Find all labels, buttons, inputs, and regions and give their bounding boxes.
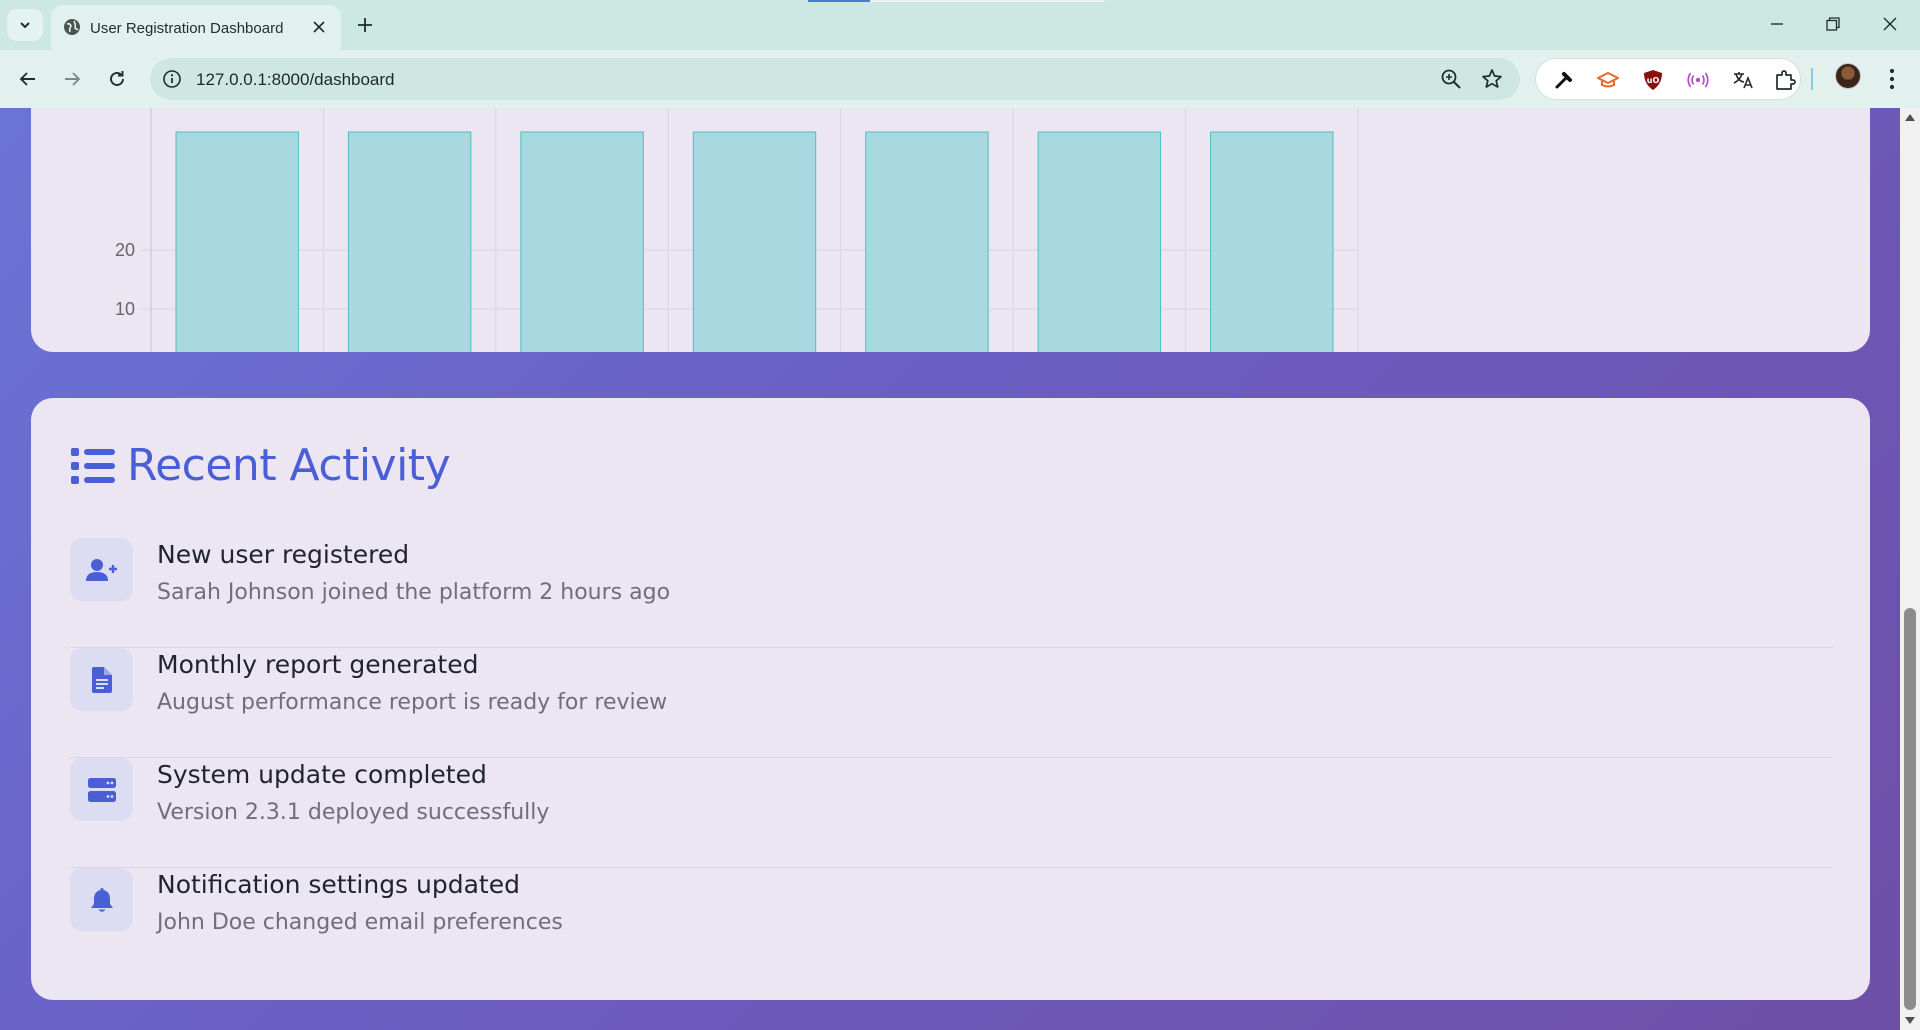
- translate-icon: [1733, 72, 1753, 89]
- more-vert-icon: [1889, 68, 1895, 90]
- scroll-up-arrow-icon[interactable]: [1905, 114, 1915, 121]
- activity-icon-box: [70, 868, 133, 931]
- restore-button[interactable]: [1813, 8, 1853, 40]
- page-viewport: 01020JanuaryFebruaryMarchAprilMayJuneJul…: [0, 108, 1900, 1030]
- activity-title: System update completed: [157, 760, 487, 789]
- reload-button[interactable]: [102, 64, 132, 94]
- scholar-extension[interactable]: [1597, 69, 1619, 91]
- reload-icon: [110, 71, 124, 86]
- bookmark-star-icon[interactable]: [1481, 68, 1503, 90]
- close-window-button[interactable]: [1870, 8, 1910, 40]
- ublock-extension[interactable]: uO: [1642, 69, 1664, 91]
- page-scrollbar[interactable]: [1900, 108, 1920, 1030]
- zoom-icon[interactable]: [1440, 68, 1462, 90]
- tab-strip-indicator: [808, 0, 870, 2]
- activity-description: Sarah Johnson joined the platform 2 hour…: [157, 580, 671, 605]
- svg-text:uO: uO: [1647, 76, 1660, 85]
- toolbar-separator: [1811, 68, 1813, 90]
- recent-activity-card: Recent Activity New user registered Sara…: [31, 398, 1870, 1000]
- minimize-icon: [1771, 23, 1783, 25]
- list-item[interactable]: System update completed Version 2.3.1 de…: [70, 758, 1833, 868]
- site-info-icon[interactable]: [162, 69, 182, 89]
- restore-icon: [1826, 17, 1840, 31]
- new-tab-button[interactable]: [352, 12, 378, 38]
- browser-toolbar: 127.0.0.1:8000/dashboard uO: [0, 50, 1920, 108]
- y-tick-label: 20: [115, 240, 135, 260]
- bell-icon: [90, 887, 113, 912]
- activity-description: John Doe changed email preferences: [157, 910, 563, 935]
- puzzle-icon: [1776, 70, 1796, 90]
- tab-strip-indicator-track: [870, 0, 1105, 2]
- activity-description: Version 2.3.1 deployed successfully: [157, 800, 550, 825]
- registrations-chart-card: 01020JanuaryFebruaryMarchAprilMayJuneJul…: [31, 108, 1870, 352]
- close-icon: [1883, 17, 1897, 31]
- recent-activity-header: Recent Activity: [71, 440, 451, 491]
- tab-close-button[interactable]: [308, 16, 330, 38]
- activity-title: Monthly report generated: [157, 650, 479, 679]
- globe-icon: [64, 19, 80, 35]
- minimize-button[interactable]: [1757, 8, 1797, 40]
- scrollbar-thumb[interactable]: [1904, 608, 1916, 1010]
- activity-icon-box: [70, 758, 133, 821]
- browser-menu-button[interactable]: [1882, 64, 1902, 94]
- scroll-down-arrow-icon[interactable]: [1905, 1017, 1915, 1024]
- y-tick-label: 10: [115, 299, 135, 319]
- list-icon: [71, 447, 115, 484]
- browser-tab-active[interactable]: User Registration Dashboard: [51, 5, 341, 50]
- translate-extension[interactable]: [1732, 69, 1754, 91]
- browser-tab-bar: User Registration Dashboard: [0, 0, 1920, 50]
- registrations-bar-chart: 01020JanuaryFebruaryMarchAprilMayJuneJul…: [115, 108, 1359, 352]
- eyedropper-extension[interactable]: [1553, 69, 1575, 91]
- list-item[interactable]: New user registered Sarah Johnson joined…: [70, 538, 1833, 648]
- activity-list: New user registered Sarah Johnson joined…: [70, 538, 1833, 978]
- chart-bar: [692, 131, 817, 352]
- chart-bar: [175, 131, 299, 352]
- broadcast-extension[interactable]: [1687, 69, 1709, 91]
- chart-bar: [1037, 131, 1162, 352]
- tab-search-button[interactable]: [7, 9, 43, 41]
- server-icon: [87, 777, 116, 802]
- tab-title: User Registration Dashboard: [90, 20, 284, 37]
- url-text[interactable]: 127.0.0.1:8000/dashboard: [196, 70, 395, 90]
- activity-title: New user registered: [157, 540, 410, 569]
- list-item[interactable]: Notification settings updated John Doe c…: [70, 868, 1833, 978]
- chart-bar: [347, 131, 472, 352]
- extensions-group: uO: [1535, 58, 1801, 100]
- chevron-down-icon: [20, 22, 30, 29]
- eyedropper-icon: [1555, 72, 1572, 89]
- graduation-cap-icon: [1597, 71, 1619, 88]
- list-item[interactable]: Monthly report generated August performa…: [70, 648, 1833, 758]
- shield-icon: uO: [1644, 70, 1662, 90]
- address-bar[interactable]: 127.0.0.1:8000/dashboard: [150, 58, 1520, 100]
- activity-description: August performance report is ready for r…: [157, 690, 668, 715]
- back-button[interactable]: [13, 64, 43, 94]
- chart-bar: [1210, 131, 1334, 352]
- recent-activity-title: Recent Activity: [127, 440, 451, 491]
- arrow-right-icon: [65, 72, 81, 86]
- activity-icon-box: [70, 538, 133, 601]
- chart-bar: [520, 131, 644, 352]
- broadcast-icon: [1687, 72, 1709, 88]
- arrow-left-icon: [19, 72, 35, 86]
- file-report-icon: [91, 666, 112, 693]
- user-plus-icon: [85, 558, 117, 581]
- extensions-menu-button[interactable]: [1774, 69, 1796, 91]
- profile-avatar[interactable]: [1835, 63, 1861, 89]
- close-icon: [313, 21, 325, 33]
- plus-icon: [358, 18, 372, 32]
- forward-button[interactable]: [57, 64, 87, 94]
- chart-bar: [865, 131, 989, 352]
- activity-icon-box: [70, 648, 133, 711]
- activity-title: Notification settings updated: [157, 870, 520, 899]
